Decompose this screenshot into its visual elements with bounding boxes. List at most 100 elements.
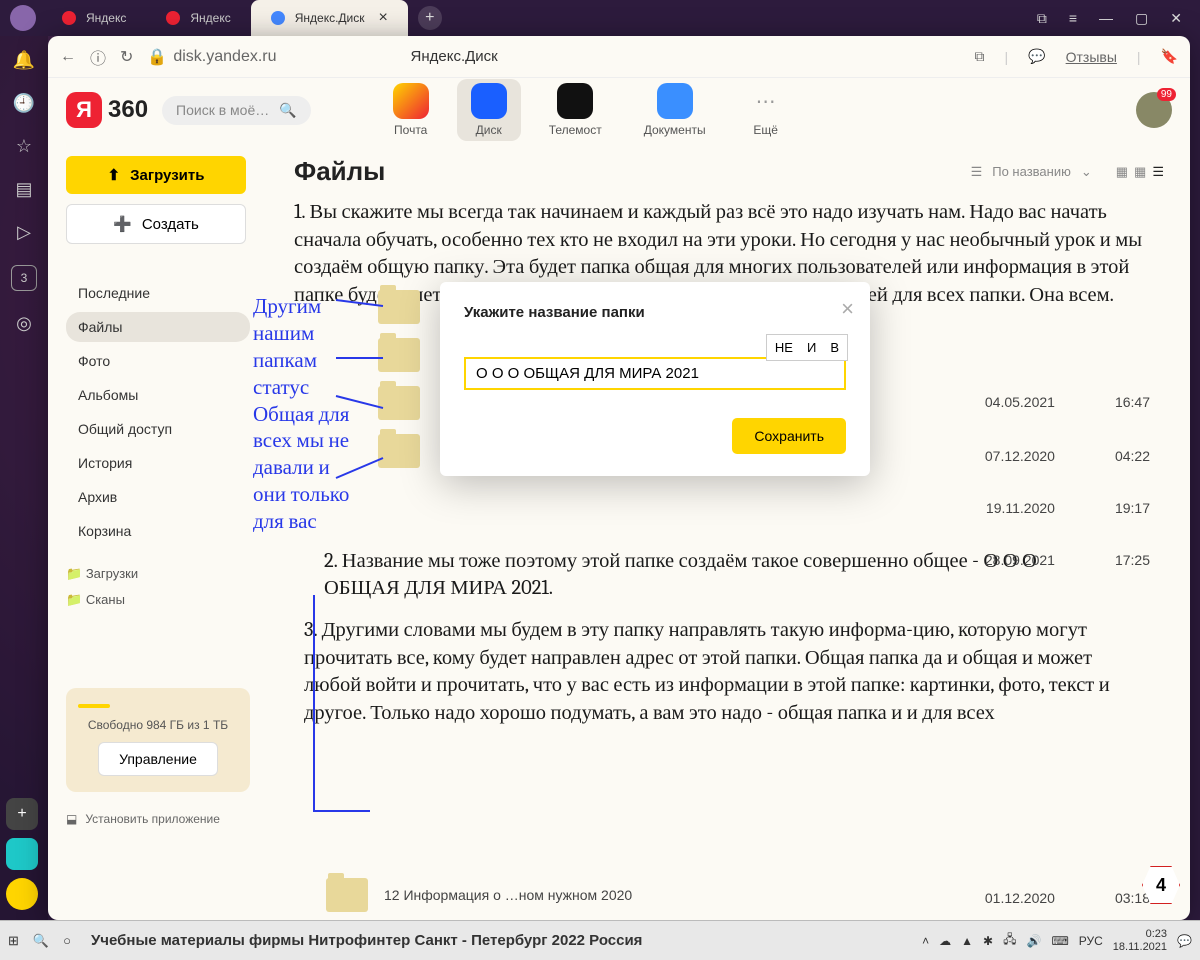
main-area: Файлы ☰По названию⌄ ▦▦☰ 1. Вы скажите мы… — [268, 142, 1190, 920]
favicon-icon — [271, 11, 285, 25]
keyboard-icon[interactable]: ⌨ — [1051, 934, 1068, 948]
folder-icon[interactable] — [378, 338, 420, 372]
sort-icon: ☰ — [971, 164, 983, 180]
logo[interactable]: Я 360 — [66, 92, 148, 128]
folder-name-input[interactable] — [464, 357, 846, 390]
maximize-icon[interactable]: ▢ — [1135, 10, 1148, 27]
create-button[interactable]: ➕Создать — [66, 204, 246, 244]
folder-icon[interactable] — [378, 386, 420, 420]
browser-tab[interactable]: Яндекс — [146, 0, 250, 36]
service-telemost[interactable]: Телемост — [535, 79, 616, 141]
reviews-link[interactable]: Отзывы — [1066, 49, 1117, 65]
save-button[interactable]: Сохранить — [732, 418, 846, 454]
modal-title: Укажите название папки — [464, 304, 846, 321]
service-disk[interactable]: Диск — [457, 79, 521, 141]
left-panel: ⬆Загрузить ➕Создать Последние Файлы Фото… — [48, 142, 268, 920]
search-input[interactable]: Поиск в моё…🔍 — [162, 96, 311, 125]
nav-photo[interactable]: Фото — [66, 346, 250, 376]
view-grid-icon[interactable]: ▦ — [1134, 164, 1146, 180]
install-link[interactable]: ⬓Установить приложение — [66, 812, 250, 826]
language-indicator[interactable]: РУС — [1079, 934, 1103, 948]
add-app-icon[interactable]: + — [6, 798, 38, 830]
star-icon[interactable]: ☆ — [16, 136, 32, 157]
file-meta-row: 07.12.202004:22 — [985, 448, 1150, 464]
bookmark-icon[interactable]: 🔖 — [1161, 48, 1178, 65]
menu-icon[interactable]: ≡ — [1069, 10, 1077, 27]
notification-badge: 99 — [1157, 88, 1176, 101]
close-window-icon[interactable]: ✕ — [1170, 10, 1182, 27]
telemost-icon — [557, 83, 593, 119]
tab-label: Яндекс — [190, 11, 230, 25]
service-docs[interactable]: Документы — [630, 79, 720, 141]
nav-downloads[interactable]: Загрузки — [66, 566, 250, 582]
nav-albums[interactable]: Альбомы — [66, 380, 250, 410]
minimize-icon[interactable]: — — [1099, 10, 1113, 27]
copy-icon[interactable]: ⧉ — [975, 48, 985, 65]
download-icon: ⬓ — [66, 812, 77, 826]
nav-sub: Загрузки Сканы — [66, 566, 250, 608]
ime-suggestions[interactable]: НЕИВ — [766, 334, 848, 361]
clock-icon[interactable]: 🕘 — [13, 93, 35, 114]
new-tab-button[interactable]: + — [418, 6, 442, 30]
nav-files[interactable]: Файлы — [66, 312, 250, 342]
network-icon[interactable]: 🖧 — [1003, 930, 1016, 951]
tray-chevron-icon[interactable]: ˄ — [922, 934, 929, 948]
os-titlebar: Яндекс Яндекс Яндекс.Диск × + ⧉ ≡ — ▢ ✕ — [0, 0, 1200, 36]
taskbar-search-icon[interactable]: 🔍 — [33, 933, 49, 949]
shield-icon[interactable]: ⓘ — [90, 45, 106, 69]
nav-recent[interactable]: Последние — [66, 278, 250, 308]
browser-tab-active[interactable]: Яндекс.Диск × — [251, 0, 408, 36]
cortana-icon[interactable]: ○ — [63, 933, 71, 948]
sort-control[interactable]: ☰По названию⌄ ▦▦☰ — [971, 164, 1164, 180]
file-meta-row: 01.12.202003:18 — [985, 890, 1150, 906]
nav-shared[interactable]: Общий доступ — [66, 414, 250, 444]
counter-icon[interactable]: 3 — [11, 265, 37, 291]
alice-icon[interactable] — [6, 878, 38, 910]
app-shortcut[interactable] — [6, 838, 38, 870]
camera-icon[interactable]: ◎ — [16, 313, 32, 334]
sidebar-toggle-icon[interactable]: ⧉ — [1037, 10, 1047, 27]
profile-avatar[interactable] — [10, 5, 36, 31]
nav-scans[interactable]: Сканы — [66, 592, 250, 608]
upload-button[interactable]: ⬆Загрузить — [66, 156, 246, 194]
service-more[interactable]: ⋯Ещё — [734, 79, 798, 141]
nav-history[interactable]: История — [66, 448, 250, 478]
bell-icon[interactable]: 🔔 — [13, 50, 35, 71]
back-icon[interactable]: ← — [60, 48, 76, 66]
start-icon[interactable]: ⊞ — [8, 933, 19, 949]
file-meta-row: 19.11.202019:17 — [986, 500, 1150, 516]
user-avatar[interactable]: 99 — [1136, 92, 1172, 128]
system-clock[interactable]: 0:2318.11.2021 — [1113, 928, 1167, 952]
file-row[interactable]: 12 Информация о …ном нужном 2020 — [326, 878, 632, 912]
volume-icon[interactable]: 🔊 — [1026, 934, 1041, 948]
reload-icon[interactable]: ↻ — [120, 47, 133, 67]
view-tiles-icon[interactable]: ▦ — [1116, 164, 1128, 180]
nav-trash[interactable]: Корзина — [66, 516, 250, 546]
close-icon[interactable]: × — [379, 9, 388, 27]
url-box[interactable]: 🔒disk.yandex.ru — [147, 47, 276, 67]
content: ⬆Загрузить ➕Создать Последние Файлы Фото… — [48, 142, 1190, 920]
browser-tab[interactable]: Яндекс — [42, 0, 146, 36]
page-title-text: Яндекс.Диск — [411, 48, 498, 65]
manage-button[interactable]: Управление — [98, 742, 218, 776]
service-mail[interactable]: Почта — [379, 79, 443, 141]
collection-icon[interactable]: ▤ — [15, 179, 32, 200]
tray-icon[interactable]: ✱ — [983, 934, 993, 948]
view-list-icon[interactable]: ☰ — [1152, 164, 1164, 180]
browser-window: ← ⓘ ↻ 🔒disk.yandex.ru Яндекс.Диск ⧉| 💬 О… — [48, 36, 1190, 920]
address-bar: ← ⓘ ↻ 🔒disk.yandex.ru Яндекс.Диск ⧉| 💬 О… — [48, 36, 1190, 78]
file-meta-row: 28.09.202117:25 — [985, 552, 1150, 568]
folder-icon[interactable] — [378, 434, 420, 468]
folder-icon[interactable] — [378, 290, 420, 324]
tab-label: Яндекс.Диск — [295, 11, 365, 25]
files-header: Файлы ☰По названию⌄ ▦▦☰ — [294, 156, 1164, 187]
file-meta-row: 04.05.202116:47 — [985, 394, 1150, 410]
tray-icon[interactable]: ▲ — [961, 934, 973, 948]
plus-icon: ➕ — [113, 215, 132, 233]
modal-close-icon[interactable]: × — [841, 296, 854, 322]
play-icon[interactable]: ▷ — [17, 222, 31, 243]
launcher-dock: + — [6, 798, 38, 910]
notifications-icon[interactable]: 💬 — [1177, 934, 1192, 948]
nav-archive[interactable]: Архив — [66, 482, 250, 512]
weather-icon[interactable]: ☁ — [939, 934, 951, 948]
